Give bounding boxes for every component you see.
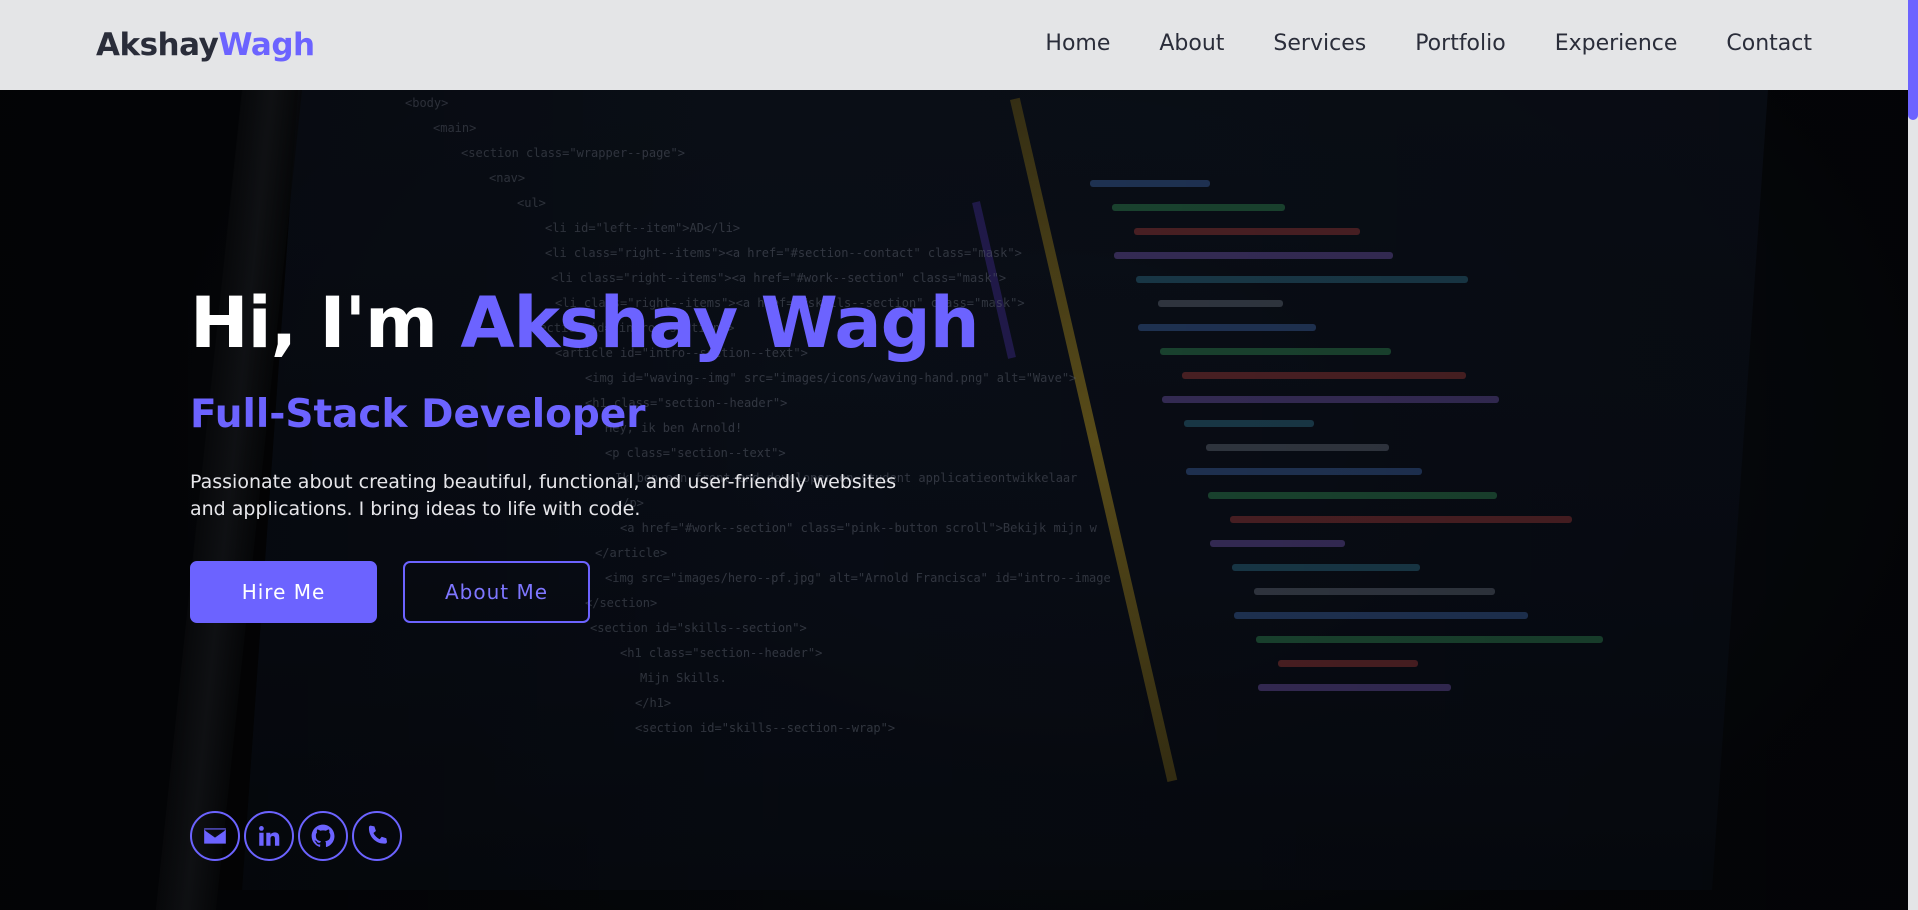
scrollbar-thumb[interactable] xyxy=(1908,0,1918,120)
logo-last: Wagh xyxy=(218,27,315,63)
linkedin-link[interactable] xyxy=(244,811,294,861)
hero-section: Hi, I'm Akshay Wagh Full-Stack Developer… xyxy=(190,282,980,623)
logo[interactable]: AkshayWagh xyxy=(96,27,315,63)
phone-icon xyxy=(368,825,387,844)
hero-buttons: Hire Me About Me xyxy=(190,561,930,623)
hero-subtitle: Full-Stack Developer xyxy=(190,392,646,437)
about-me-button[interactable]: About Me xyxy=(403,561,590,623)
phone-link[interactable] xyxy=(352,811,402,861)
nav-link-about[interactable]: About xyxy=(1159,31,1224,60)
nav-links: Home About Services Portfolio Experience… xyxy=(996,0,1812,90)
social-links xyxy=(190,811,402,861)
page-scrollbar[interactable] xyxy=(1908,0,1918,910)
nav-link-contact[interactable]: Contact xyxy=(1726,31,1812,60)
github-link[interactable] xyxy=(298,811,348,861)
github-icon xyxy=(311,824,335,847)
linkedin-icon xyxy=(259,826,280,846)
nav-link-services[interactable]: Services xyxy=(1273,31,1366,60)
hero-title: Hi, I'm Akshay Wagh xyxy=(190,282,980,364)
email-link[interactable] xyxy=(190,811,240,861)
nav-link-home[interactable]: Home xyxy=(1045,31,1110,60)
hire-me-button[interactable]: Hire Me xyxy=(190,561,377,623)
hero-greeting: Hi, I'm xyxy=(190,282,461,364)
logo-first: Akshay xyxy=(96,27,219,63)
hero-name: Akshay Wagh xyxy=(460,282,979,364)
navbar: AkshayWagh Home About Services Portfolio… xyxy=(0,0,1908,90)
envelope-icon xyxy=(204,828,226,844)
nav-link-experience[interactable]: Experience xyxy=(1555,31,1678,60)
nav-link-portfolio[interactable]: Portfolio xyxy=(1415,31,1506,60)
hero-description: Passionate about creating beautiful, fun… xyxy=(190,471,897,520)
